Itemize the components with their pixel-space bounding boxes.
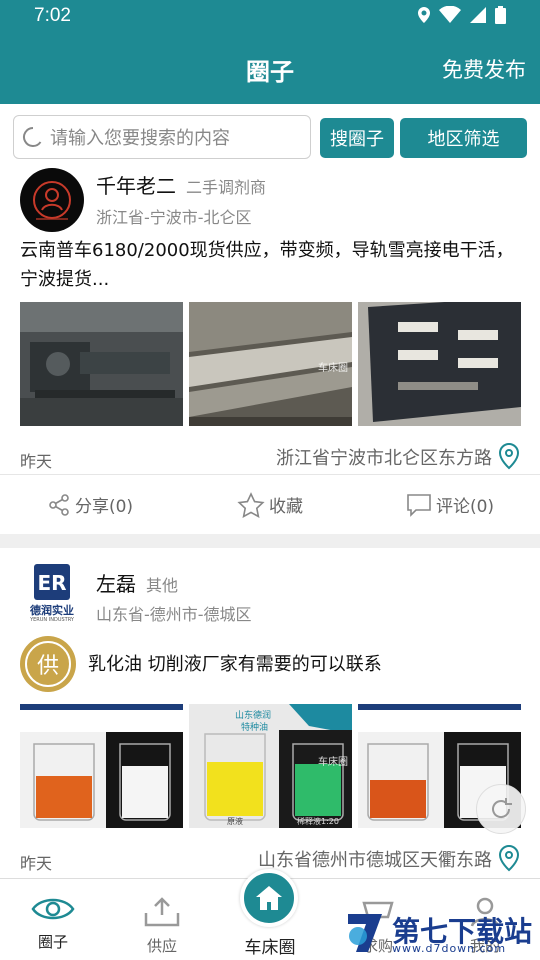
comment-button[interactable]: 评论(0) bbox=[360, 475, 540, 534]
photo-caption-dilution: 稀释液1:20 bbox=[297, 817, 339, 826]
post-photo[interactable] bbox=[20, 302, 183, 426]
refresh-button[interactable] bbox=[476, 784, 526, 834]
location-status-icon bbox=[418, 7, 430, 23]
post-date: 昨天 bbox=[20, 452, 53, 471]
app-header: 圈子 免费发布 bbox=[0, 32, 540, 104]
logo-subtext: YERUN INDUSTRY bbox=[30, 617, 74, 623]
collect-label: 收藏 bbox=[269, 497, 303, 517]
post-actions: 分享(0) 收藏 评论(0) bbox=[0, 474, 540, 534]
tab-home-label[interactable]: 车床圈 bbox=[225, 933, 315, 958]
wifi-icon bbox=[439, 6, 461, 23]
post-photos: 车床圈 bbox=[20, 302, 521, 426]
tab-supply-label: 供应 bbox=[146, 937, 177, 955]
status-bar: 7:02 bbox=[0, 0, 540, 32]
post-content[interactable]: 乳化油 切削液厂家有需要的可以联系 bbox=[88, 650, 520, 679]
tab-circle-label: 圈子 bbox=[37, 933, 68, 951]
post-address[interactable]: 山东省德州市德城区天衢东路 bbox=[258, 846, 492, 872]
signal-icon bbox=[470, 7, 486, 23]
photo-caption-concentrate: 原液 bbox=[227, 817, 243, 826]
oil-beakers-photo-image bbox=[20, 704, 183, 828]
supply-badge: 供 bbox=[20, 636, 76, 692]
author-tag: 二手调剂商 bbox=[186, 178, 267, 197]
nameplate-photo-image bbox=[358, 302, 521, 426]
user-avatar-icon bbox=[33, 181, 71, 220]
battery-icon bbox=[495, 6, 506, 24]
post-author[interactable]: 左磊 其他 bbox=[96, 568, 178, 597]
author-location: 浙江省-宁波市-北仑区 bbox=[96, 208, 252, 227]
svg-text:ER: ER bbox=[37, 571, 66, 595]
avatar[interactable] bbox=[20, 168, 84, 232]
post-date: 昨天 bbox=[20, 854, 53, 873]
search-circle-button[interactable]: 搜圈子 bbox=[320, 118, 394, 158]
post-author[interactable]: 千年老二 二手调剂商 bbox=[96, 170, 266, 199]
comment-label: 评论(0) bbox=[435, 497, 495, 517]
eye-icon bbox=[31, 898, 75, 920]
share-icon bbox=[49, 493, 69, 516]
site-watermark-url: www.d7down.com bbox=[392, 942, 507, 955]
share-button[interactable]: 分享(0) bbox=[0, 475, 180, 534]
star-icon bbox=[237, 491, 265, 518]
post-photos: 山东德润 特种油 原液 稀释液1:20 车床圈 bbox=[20, 704, 521, 828]
lathe-photo-image bbox=[20, 302, 183, 426]
search-icon bbox=[23, 127, 42, 147]
region-filter-button[interactable]: 地区筛选 bbox=[400, 118, 527, 158]
post-card[interactable]: ER 德润实业 YERUN INDUSTRY 左磊 其他 山东省-德州市-德城区 … bbox=[0, 548, 540, 878]
post-photo[interactable]: 山东德润 特种油 原液 稀释液1:20 车床圈 bbox=[189, 704, 352, 828]
post-content[interactable]: 云南普车6180/2000现货供应，带变频，导轨雪亮接电干活，宁波提货... bbox=[20, 236, 520, 294]
post-photo[interactable] bbox=[358, 302, 521, 426]
search-bar: 请输入您要搜索的内容 搜圈子 地区筛选 bbox=[0, 104, 540, 170]
photo-watermark: 车床圈 bbox=[318, 757, 348, 768]
location-pin-icon[interactable] bbox=[496, 844, 522, 872]
author-tag: 其他 bbox=[146, 576, 179, 595]
share-label: 分享(0) bbox=[74, 497, 134, 517]
home-tab-button[interactable] bbox=[240, 869, 298, 927]
collect-button[interactable]: 收藏 bbox=[180, 475, 360, 534]
comment-icon bbox=[407, 493, 431, 517]
refresh-icon bbox=[492, 798, 512, 818]
upload-tray-icon bbox=[144, 897, 180, 927]
author-name: 左磊 bbox=[96, 572, 136, 596]
status-time: 7:02 bbox=[34, 5, 71, 26]
post-photo[interactable]: 车床圈 bbox=[189, 302, 352, 426]
logo-text: 德润实业 bbox=[30, 604, 74, 617]
author-name: 千年老二 bbox=[96, 174, 176, 198]
post-photo[interactable] bbox=[20, 704, 183, 828]
photo-watermark: 车床圈 bbox=[318, 363, 348, 374]
photo-brand-sublabel: 特种油 bbox=[241, 723, 269, 733]
location-pin-icon[interactable] bbox=[496, 442, 522, 470]
avatar[interactable]: ER 德润实业 YERUN INDUSTRY bbox=[20, 562, 84, 626]
search-placeholder: 请输入您要搜索的内容 bbox=[50, 128, 230, 149]
home-icon bbox=[256, 886, 282, 910]
tab-circle[interactable]: 圈子 bbox=[8, 895, 98, 952]
post-address[interactable]: 浙江省宁波市北仑区东方路 bbox=[276, 444, 492, 470]
supply-badge-text: 供 bbox=[25, 641, 71, 687]
post-card[interactable]: 千年老二 二手调剂商 浙江省-宁波市-北仑区 云南普车6180/2000现货供应，… bbox=[0, 168, 540, 534]
search-input[interactable]: 请输入您要搜索的内容 bbox=[13, 115, 311, 159]
status-icons bbox=[417, 6, 506, 24]
author-location: 山东省-德州市-德城区 bbox=[96, 605, 252, 624]
tab-supply[interactable]: 供应 bbox=[117, 895, 207, 956]
publish-button[interactable]: 免费发布 bbox=[442, 54, 526, 84]
